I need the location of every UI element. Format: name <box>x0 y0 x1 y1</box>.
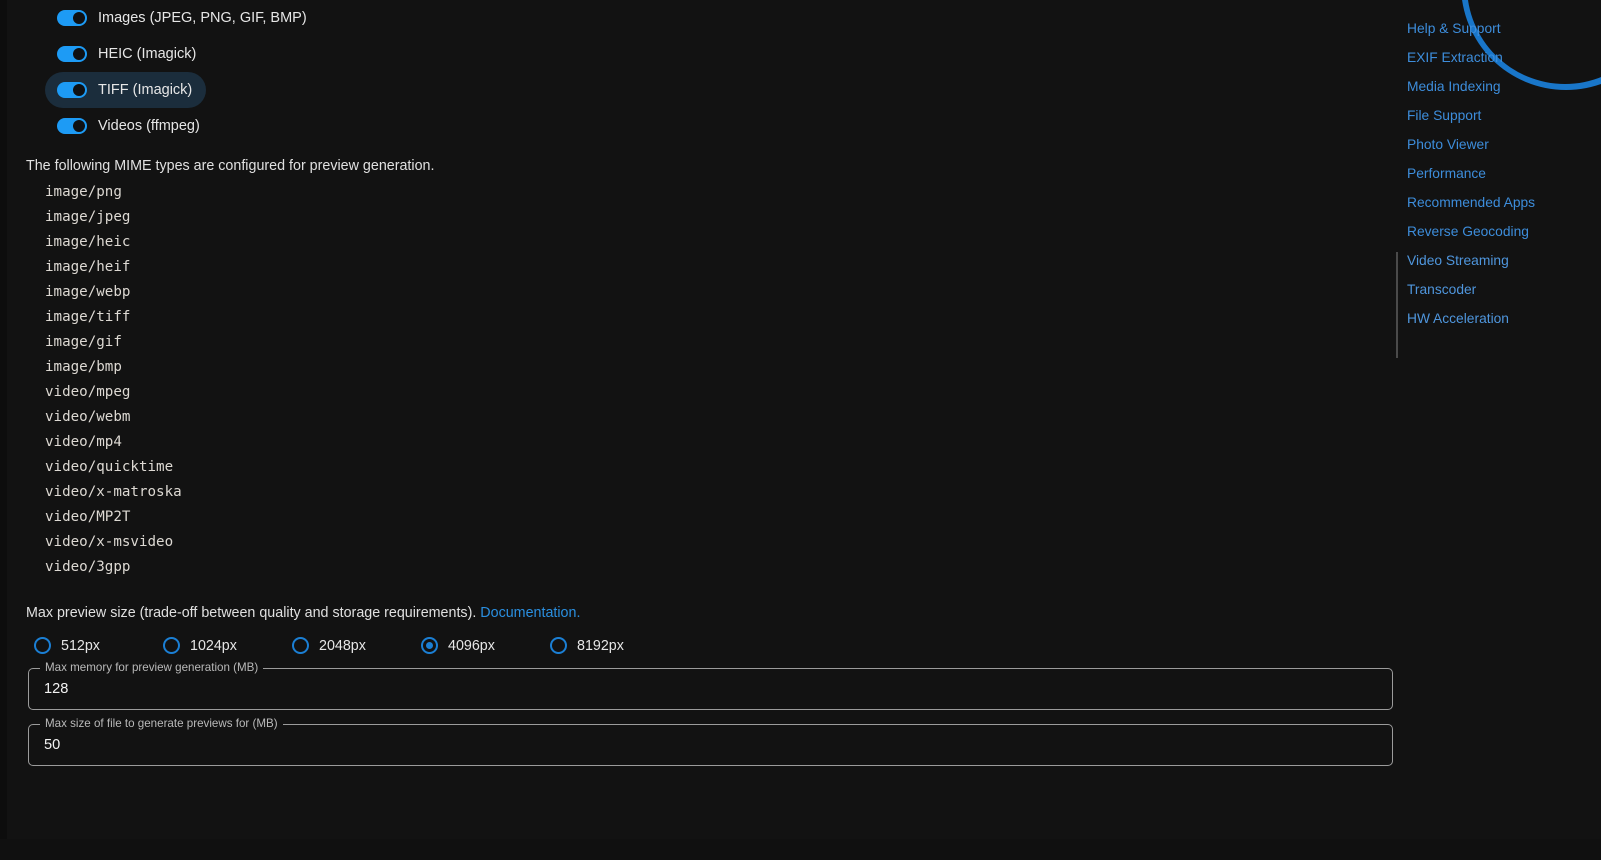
radio-label: 2048px <box>319 637 366 654</box>
radio-unchecked-icon[interactable] <box>550 637 567 654</box>
toggle-knob <box>73 84 85 96</box>
mime-type-item: image/webp <box>45 284 131 300</box>
mime-type-item: image/bmp <box>45 359 122 375</box>
nav-link-help-support[interactable]: Help & Support <box>1393 14 1601 43</box>
mime-type-item: video/MP2T <box>45 509 131 525</box>
toggle-label: Videos (ffmpeg) <box>98 117 200 134</box>
nav-link-file-support[interactable]: File Support <box>1393 101 1601 130</box>
preview-format-toggles: Images (JPEG, PNG, GIF, BMP) HEIC (Imagic… <box>21 0 1393 144</box>
radio-checked-icon[interactable] <box>421 637 438 654</box>
toggle-tiff[interactable]: TIFF (Imagick) <box>45 72 207 108</box>
nav-link-media-indexing[interactable]: Media Indexing <box>1393 72 1601 101</box>
mime-type-item: image/heif <box>45 259 131 275</box>
field-input[interactable] <box>44 724 1374 766</box>
bottom-strip <box>0 839 1601 860</box>
radio-unchecked-icon[interactable] <box>292 637 309 654</box>
mime-type-item: video/webm <box>45 409 131 425</box>
radio-label: 1024px <box>190 637 237 654</box>
page-section-nav: Help & Support EXIF Extraction Media Index… <box>1393 0 1601 860</box>
max-memory-field[interactable]: Max memory for preview generation (MB) <box>28 660 1393 710</box>
nav-link-photo-viewer[interactable]: Photo Viewer <box>1393 130 1601 159</box>
nav-link-recommended-apps[interactable]: Recommended Apps <box>1393 188 1601 217</box>
radio-option-2048px[interactable]: 2048px <box>292 637 421 654</box>
max-file-size-field[interactable]: Max size of file to generate previews fo… <box>28 716 1393 766</box>
radio-label: 512px <box>61 637 100 654</box>
mime-types-list: image/png image/jpeg image/heic image/heif i… <box>45 180 1393 580</box>
mime-types-intro: The following MIME types are configured … <box>26 158 435 174</box>
radio-unchecked-icon[interactable] <box>34 637 51 654</box>
radio-option-1024px[interactable]: 1024px <box>163 637 292 654</box>
toggle-knob <box>73 12 85 24</box>
mime-type-item: video/x-msvideo <box>45 534 174 550</box>
left-gutter <box>0 0 7 860</box>
radio-label: 4096px <box>448 637 495 654</box>
toggle-switch-icon[interactable] <box>57 46 87 62</box>
nav-link-reverse-geocoding[interactable]: Reverse Geocoding <box>1393 217 1601 246</box>
radio-option-4096px[interactable]: 4096px <box>421 637 550 654</box>
toggle-videos[interactable]: Videos (ffmpeg) <box>45 108 214 144</box>
toggle-switch-icon[interactable] <box>57 10 87 26</box>
toggle-label: TIFF (Imagick) <box>98 81 193 98</box>
toggle-switch-icon[interactable] <box>57 82 87 98</box>
nav-link-exif-extraction[interactable]: EXIF Extraction <box>1393 43 1601 72</box>
nav-link-video-streaming[interactable]: Video Streaming <box>1393 246 1601 275</box>
mime-type-item: image/png <box>45 184 122 200</box>
mime-type-item: image/heic <box>45 234 131 250</box>
toggle-knob <box>73 120 85 132</box>
settings-main-panel: Images (JPEG, PNG, GIF, BMP) HEIC (Imagic… <box>7 0 1393 860</box>
toggle-heic[interactable]: HEIC (Imagick) <box>45 36 210 72</box>
radio-label: 8192px <box>577 637 624 654</box>
mime-type-item: image/gif <box>45 334 122 350</box>
mime-type-item: video/x-matroska <box>45 484 182 500</box>
max-preview-size-radio-group[interactable]: 512px 1024px 2048px 4096px 8192px <box>34 637 1393 654</box>
nav-link-performance[interactable]: Performance <box>1393 159 1601 188</box>
nav-link-hw-acceleration[interactable]: HW Acceleration <box>1393 304 1601 333</box>
toggle-label: Images (JPEG, PNG, GIF, BMP) <box>98 9 307 26</box>
nav-link-list: Help & Support EXIF Extraction Media Index… <box>1393 14 1601 333</box>
mime-type-item: video/mpeg <box>45 384 131 400</box>
documentation-link[interactable]: Documentation. <box>480 605 580 621</box>
toggle-switch-icon[interactable] <box>57 118 87 134</box>
toggle-images[interactable]: Images (JPEG, PNG, GIF, BMP) <box>45 0 321 36</box>
mime-type-item: video/3gpp <box>45 559 131 575</box>
nav-link-transcoder[interactable]: Transcoder <box>1393 275 1601 304</box>
mime-type-item: image/jpeg <box>45 209 131 225</box>
field-input[interactable] <box>44 668 1374 710</box>
mime-type-item: video/mp4 <box>45 434 122 450</box>
mime-type-item: video/quicktime <box>45 459 174 475</box>
toggle-label: HEIC (Imagick) <box>98 45 197 62</box>
toggle-knob <box>73 48 85 60</box>
radio-unchecked-icon[interactable] <box>163 637 180 654</box>
max-preview-size-description: Max preview size (trade-off between qual… <box>26 605 1393 621</box>
mime-type-item: image/tiff <box>45 309 131 325</box>
nav-active-rail <box>1396 252 1398 358</box>
max-preview-size-text: Max preview size (trade-off between qual… <box>26 605 477 621</box>
numeric-settings-fields: Max memory for preview generation (MB) Ma… <box>21 660 1393 766</box>
radio-option-8192px[interactable]: 8192px <box>550 637 679 654</box>
radio-option-512px[interactable]: 512px <box>34 637 163 654</box>
